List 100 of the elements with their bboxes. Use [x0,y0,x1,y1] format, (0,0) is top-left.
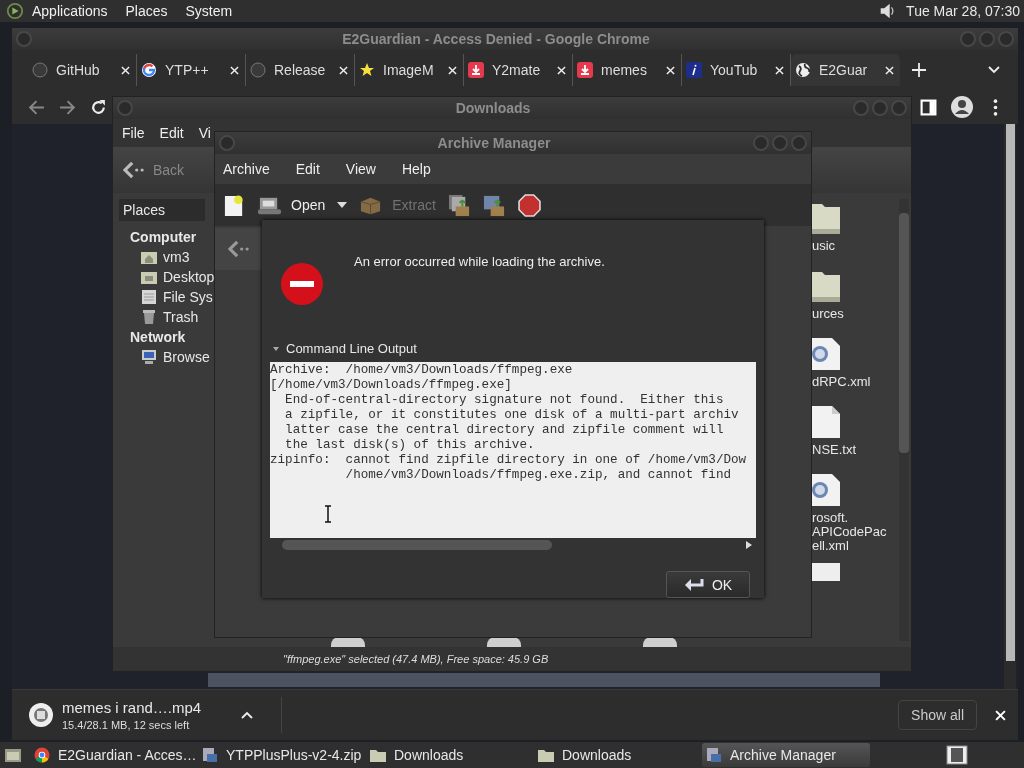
show-all-button[interactable]: Show all [898,700,977,730]
browser-tab[interactable]: Release [246,54,355,86]
sidebar-item[interactable]: Desktop [141,269,213,285]
taskbar-button[interactable]: Archive Manager [702,743,870,767]
return-arrow-icon [683,577,704,592]
browser-tab[interactable]: YTP++ [137,54,246,86]
profile-icon[interactable] [951,96,973,118]
browser-tab[interactable]: GitHub [28,54,137,86]
menu-item[interactable]: Vi [198,125,211,141]
folder-icon [370,747,386,763]
desktop-icon[interactable] [4,746,22,764]
sidebar-heading: Computer [130,229,198,245]
close-icon[interactable] [448,65,457,75]
download-icon [468,62,484,78]
output-line: End-of-central-directory signature not found. Either this [284,393,725,409]
reload-icon[interactable] [90,98,107,116]
file-name[interactable]: urces [812,307,902,321]
close-icon[interactable] [666,65,675,75]
files-box-icon [447,193,471,217]
sidebar-item[interactable]: Browse [141,349,213,365]
scroll-arrow-icon[interactable] [746,541,752,549]
chevron-down-icon[interactable] [988,66,1000,74]
web-document-icon [812,337,840,371]
menu-item[interactable]: View [345,161,376,177]
toolbar-button[interactable]: Open [258,193,326,217]
expander-arrow-icon [272,344,280,353]
folder-icon [538,747,554,763]
browser-tab[interactable]: ImageM [355,54,464,86]
output-text-view[interactable] [270,362,756,552]
workspace-icon[interactable] [946,745,968,765]
back-arrow-icon[interactable] [123,161,145,179]
folder-box-icon [482,193,506,217]
toolbar-icon-button[interactable] [223,193,246,217]
dropdown-arrow-icon[interactable] [337,202,348,208]
back-arrow-icon[interactable] [28,98,45,116]
browser-tab[interactable]: E2Guar [791,54,900,86]
taskbar-button[interactable]: E2Guardian - Acces… [30,743,198,767]
side-panel-icon[interactable] [920,98,937,116]
folder-icon [812,269,840,303]
panel-menu[interactable]: Places [125,3,168,19]
close-icon[interactable] [230,65,239,75]
back-arrow-icon[interactable] [228,240,250,258]
trash-icon [141,310,157,324]
output-line: Archive: /home/vm3/Downloads/ffmpeg.exe [270,363,574,379]
taskbar-button[interactable]: Downloads [366,743,534,767]
file-name[interactable]: dRPC.xml [812,375,902,389]
window-title: E2Guardian - Access Denied - Google Chrome [342,31,650,47]
scrollbar[interactable] [899,199,909,641]
places-dropdown[interactable]: Places [119,199,205,221]
web-document-icon [812,473,840,507]
close-icon[interactable] [775,65,784,75]
menu-item[interactable]: Help [401,161,431,177]
new-tab-icon[interactable] [912,63,926,77]
expander[interactable]: Command Line Output [272,341,422,357]
computer-icon [141,350,157,364]
file-name[interactable]: rosoft. APICodePac ell.xml [812,511,902,553]
close-icon[interactable] [557,65,566,75]
menu-item[interactable]: Edit [295,161,320,177]
file-name[interactable]: usic [812,239,902,253]
ok-button[interactable]: OK [666,571,750,598]
output-line: zipinfo: cannot find zipfile directory in one of /home/vm3/Dow [270,453,748,469]
menu-item[interactable]: File [122,125,145,141]
stop-icon [517,193,541,217]
clock[interactable]: Tue Mar 28, 07:30 [906,3,1020,19]
sidebar-item[interactable]: File Sys [141,289,213,305]
scrollbar[interactable] [1004,124,1016,689]
window-title: Archive Manager [437,135,551,151]
output-line: /home/vm3/Downloads/ffmpeg.exe.zip, and cannot find [344,468,732,484]
status-text: "ffmpeg.exe" selected (47.4 MB), Free space: 45.9 GB [283,653,549,665]
drive-icon [141,290,157,304]
output-line: a zipfile, or it constitutes one disk of a multi-part archiv [284,408,740,424]
panel-menu[interactable]: System [185,3,233,19]
browser-tab[interactable]: YouTub [682,54,791,86]
toolbar-icon-button[interactable] [517,193,541,217]
taskbar-button[interactable]: YTPPlusPlus-v2-4.zip [198,743,366,767]
taskbar-button[interactable]: Downloads [534,743,702,767]
distro-logo-icon[interactable] [6,2,24,20]
caret-up-icon[interactable] [241,711,254,719]
new-document-icon [223,193,246,217]
close-icon[interactable] [885,65,894,75]
download-progress-icon [28,702,54,728]
sidebar-item[interactable]: vm3 [141,249,213,265]
forward-arrow-icon[interactable] [59,98,76,116]
panel-menu[interactable]: Applications [32,3,108,19]
file-name[interactable]: NSE.txt [812,443,902,457]
error-message: An error occurred while loading the archive. [354,254,605,271]
toolbar-icon-button[interactable] [447,193,471,217]
close-icon[interactable] [121,65,130,75]
output-line: the last disk(s) of this archive. [284,438,536,454]
download-file-name[interactable]: memes i rand….mp4 [62,699,202,716]
menu-item[interactable]: Archive [223,161,270,177]
sidebar-item[interactable]: Trash [141,309,213,325]
menu-item[interactable]: Edit [159,125,184,141]
browser-tab[interactable]: memes [573,54,682,86]
archive-icon [706,747,722,763]
window-title: Downloads [455,100,531,116]
error-icon [280,262,324,306]
desktop-folder-icon [141,270,157,284]
browser-tab[interactable]: Y2mate [464,54,573,86]
close-icon[interactable] [339,65,348,75]
